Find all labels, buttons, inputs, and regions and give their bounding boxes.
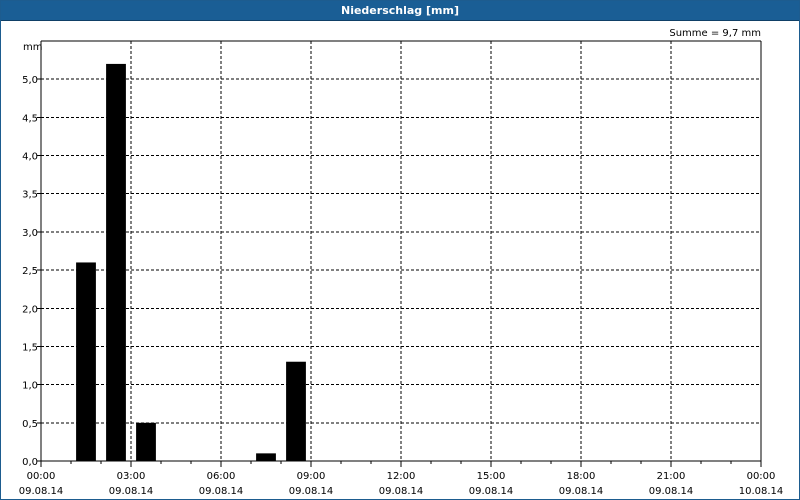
sum-label: Summe = 9,7 mm [669, 28, 761, 39]
x-tick-date-label: 09.08.14 [559, 486, 604, 497]
y-tick-label: 2,0 [22, 304, 38, 315]
grid-layer [41, 41, 762, 461]
x-tick-date-label: 09.08.14 [289, 486, 334, 497]
x-tick-time-label: 06:00 [207, 471, 236, 482]
y-tick-label: 0,0 [22, 457, 38, 468]
x-tick-time-label: 15:00 [477, 471, 506, 482]
x-tick-time-label: 09:00 [297, 471, 326, 482]
x-tick-date-label: 10.08.14 [739, 486, 784, 497]
x-tick-time-label: 00:00 [747, 471, 776, 482]
precipitation-bar [286, 361, 306, 461]
y-tick-label: 1,5 [22, 342, 38, 353]
x-tick-date-label: 09.08.14 [469, 486, 514, 497]
x-tick-date-label: 09.08.14 [649, 486, 694, 497]
chart-window: Niederschlag [mm] 0,0 0,5 1,0 1,5 2,0 2,5 3,0 3… [0, 0, 800, 500]
bar-layer [76, 63, 306, 462]
precipitation-bar [106, 63, 126, 462]
precipitation-bar [76, 262, 96, 461]
x-tick-time-label: 12:00 [387, 471, 416, 482]
x-tick-date-label: 09.08.14 [379, 486, 424, 497]
precipitation-bar [256, 453, 276, 461]
precipitation-bar [136, 422, 156, 461]
x-tick-time-label: 21:00 [657, 471, 686, 482]
x-tick-time-label: 00:00 [27, 471, 56, 482]
y-tick-label: 1,0 [22, 381, 38, 392]
y-axis-unit-label: mm [23, 42, 42, 53]
x-tick-time-label: 18:00 [567, 471, 596, 482]
y-tick-label: 4,5 [22, 113, 38, 124]
x-tick-date-label: 09.08.14 [109, 486, 154, 497]
y-tick-label: 2,5 [22, 266, 38, 277]
x-tick-date-label: 09.08.14 [199, 486, 244, 497]
x-tick-time-label: 03:00 [117, 471, 146, 482]
y-tick-label: 0,5 [22, 419, 38, 430]
precipitation-chart: 0,0 0,5 1,0 1,5 2,0 2,5 3,0 3,5 4,0 4,5 5,0 00:00 09… [19, 28, 784, 497]
y-tick-label: 5,0 [22, 75, 38, 86]
x-tick-date-label: 09.08.14 [19, 486, 64, 497]
y-tick-label: 3,0 [22, 228, 38, 239]
y-tick-label: 3,5 [22, 190, 38, 201]
y-tick-label: 4,0 [22, 152, 38, 163]
